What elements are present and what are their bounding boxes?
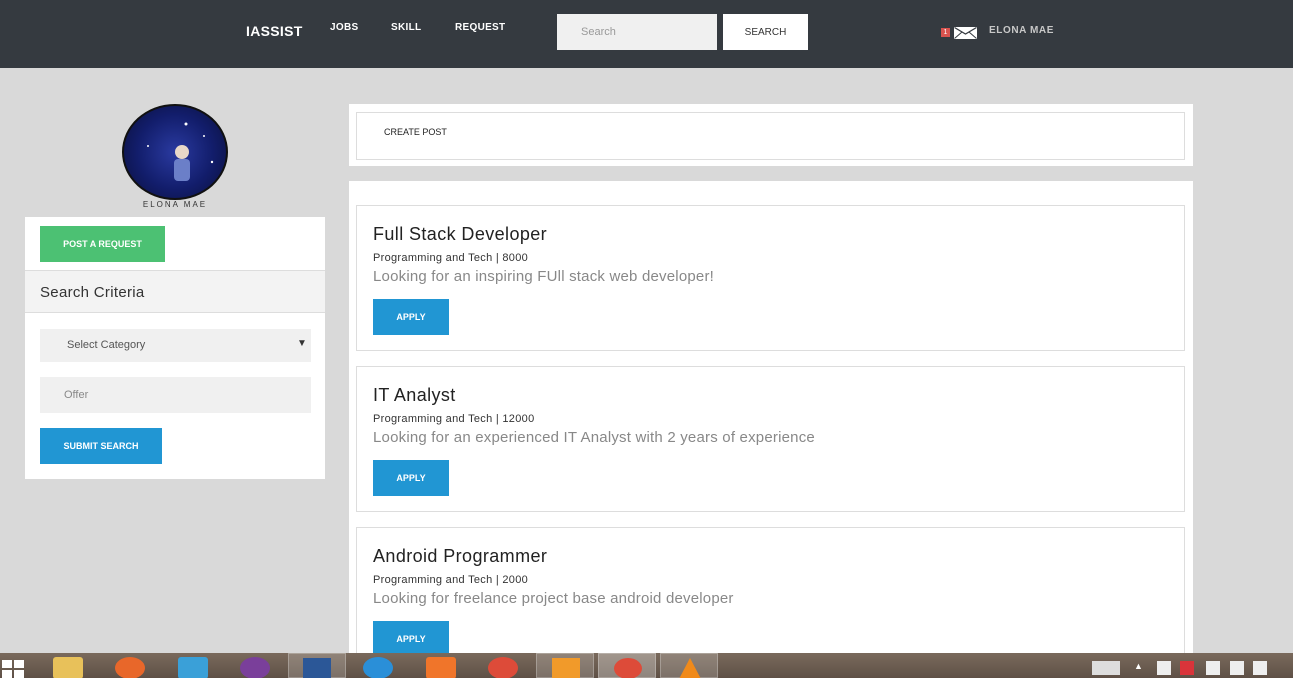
windows-start-icon[interactable] — [2, 660, 24, 678]
avatar-name: ELONA MAE — [142, 200, 208, 209]
notification-badge: 1 — [941, 28, 950, 37]
apply-button[interactable]: APPLY — [373, 299, 449, 335]
job-meta: Programming and Tech | 8000 — [373, 252, 529, 264]
search-input[interactable] — [557, 14, 717, 50]
job-meta: Programming and Tech | 2000 — [373, 574, 529, 586]
taskbar-vlc[interactable] — [660, 653, 718, 678]
nav-link-jobs[interactable]: JOBS — [330, 22, 358, 33]
xampp-icon[interactable] — [426, 657, 456, 678]
nav-link-request[interactable]: REQUEST — [455, 22, 505, 33]
user-menu[interactable]: ELONA MAE — [989, 25, 1054, 36]
job-title: Android Programmer — [373, 546, 548, 566]
job-description: Looking for an experienced IT Analyst wi… — [373, 429, 815, 446]
file-explorer-icon[interactable] — [53, 657, 83, 678]
keyboard-icon[interactable] — [1092, 661, 1120, 675]
wifi-icon[interactable] — [1230, 661, 1244, 675]
category-select-value: Select Category — [67, 339, 146, 351]
offer-input[interactable] — [40, 377, 311, 413]
mail-icon[interactable] — [954, 27, 977, 39]
chrome-icon[interactable] — [488, 657, 518, 678]
volume-icon[interactable] — [1253, 661, 1267, 675]
flag-icon[interactable] — [1157, 661, 1171, 675]
apply-button[interactable]: APPLY — [373, 621, 449, 657]
avatar[interactable] — [122, 104, 228, 200]
job-card: IT Analyst Programming and Tech | 12000 … — [356, 366, 1185, 512]
taskbar-sublime[interactable] — [536, 653, 594, 678]
chrome-active-icon — [614, 658, 642, 678]
sync-app-icon[interactable] — [363, 657, 393, 678]
vlc-icon — [679, 658, 701, 678]
firefox-icon[interactable] — [115, 657, 145, 678]
job-description: Looking for an inspiring FUll stack web … — [373, 268, 715, 285]
job-meta: Programming and Tech | 12000 — [373, 413, 535, 425]
nav-link-skill[interactable]: SKILL — [391, 22, 421, 33]
avatar-image — [141, 122, 214, 196]
brand-logo[interactable]: IASSIST — [246, 23, 303, 39]
search-criteria-title: Search Criteria — [40, 284, 145, 301]
github-desktop-icon[interactable] — [240, 657, 270, 678]
create-post-label[interactable]: CREATE POST — [384, 127, 447, 137]
apply-button[interactable]: APPLY — [373, 460, 449, 496]
chevron-down-icon: ▼ — [297, 338, 307, 349]
job-card: Full Stack Developer Programming and Tec… — [356, 205, 1185, 351]
submit-search-button[interactable]: SUBMIT SEARCH — [40, 428, 162, 464]
job-title: IT Analyst — [373, 385, 456, 405]
post-request-button[interactable]: POST A REQUEST — [40, 226, 165, 262]
antivirus-icon[interactable] — [1180, 661, 1194, 675]
job-title: Full Stack Developer — [373, 224, 548, 244]
sublime-text-icon — [552, 658, 580, 678]
search-button[interactable]: SEARCH — [723, 14, 808, 50]
tray-chevron-up-icon[interactable]: ▲ — [1134, 661, 1143, 675]
app-store-icon[interactable] — [178, 657, 208, 678]
job-card: Android Programmer Programming and Tech … — [356, 527, 1185, 673]
create-post-box[interactable] — [356, 112, 1185, 160]
taskbar-chrome-active[interactable] — [598, 653, 656, 678]
windows-taskbar: ▲ — [0, 653, 1293, 678]
job-description: Looking for freelance project base andro… — [373, 590, 734, 607]
battery-icon[interactable] — [1206, 661, 1220, 675]
word-icon — [303, 658, 331, 678]
taskbar-word[interactable] — [288, 653, 346, 678]
